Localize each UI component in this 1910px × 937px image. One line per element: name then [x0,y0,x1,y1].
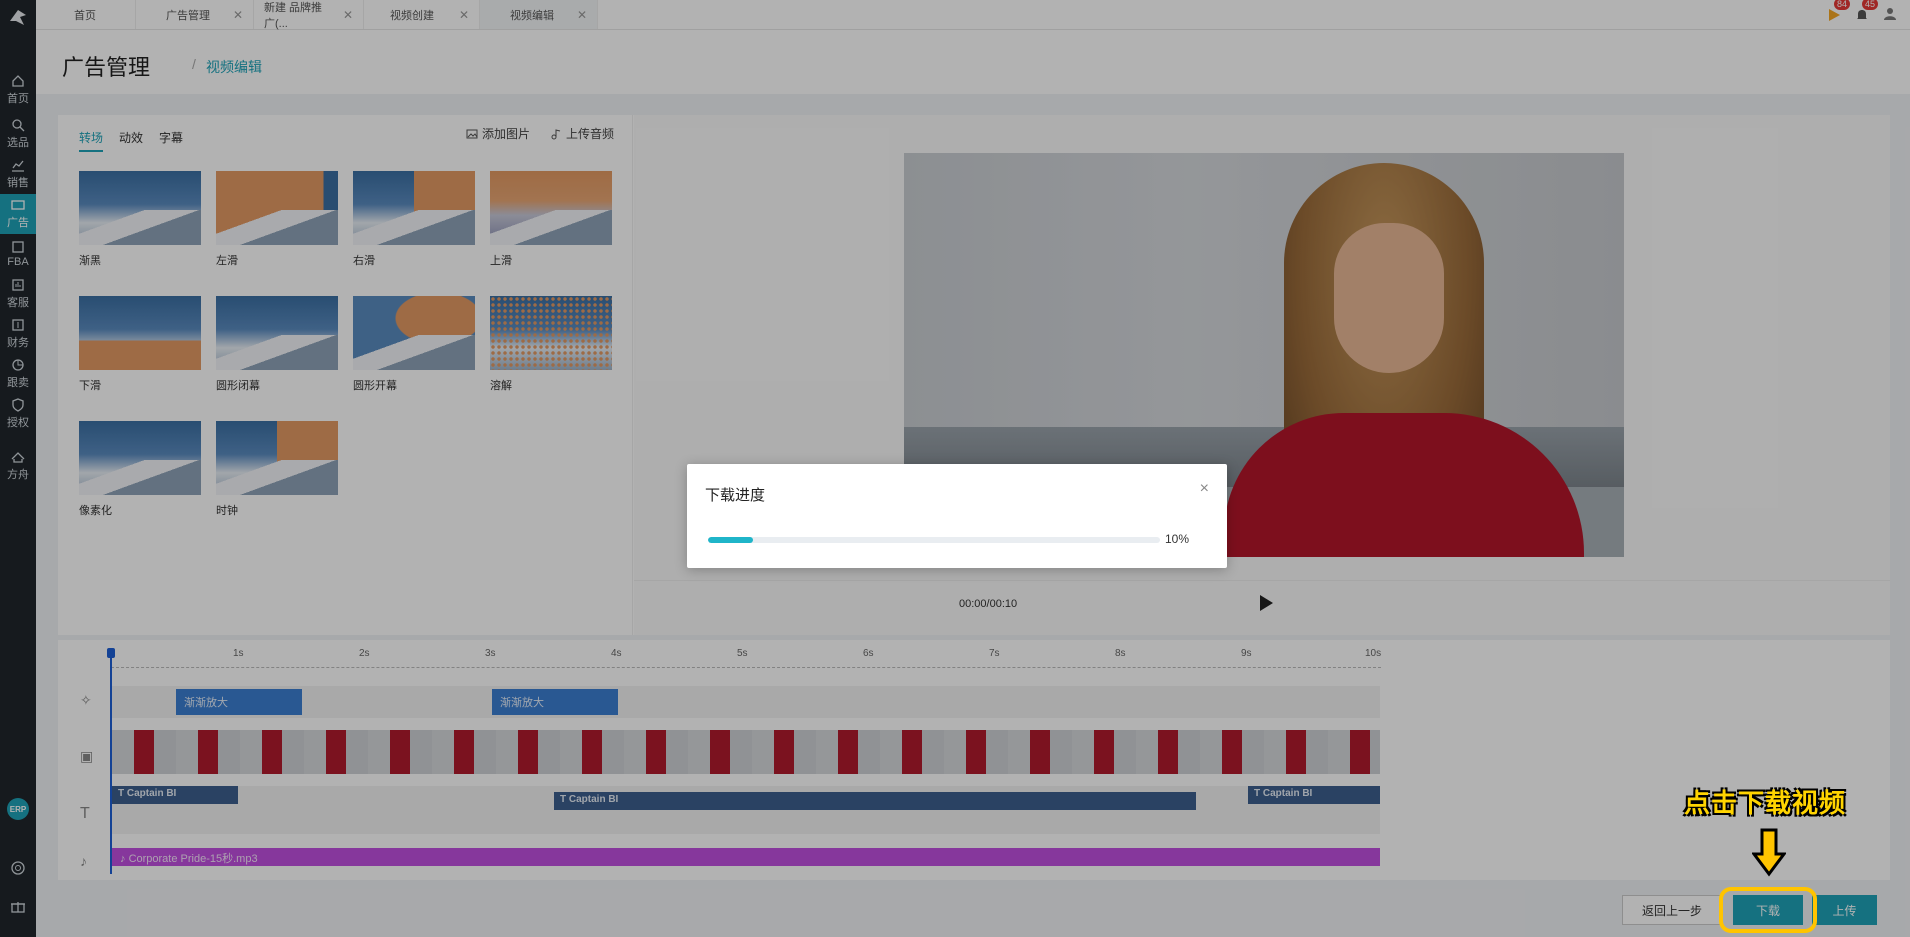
progress-text: 10% [1165,532,1190,546]
progress-bar [708,537,1160,543]
progress-fill [708,537,754,543]
download-progress-dialog: 下载进度 × 10% [687,464,1227,568]
close-icon[interactable]: × [1200,480,1209,498]
annotation-highlight [1719,887,1817,933]
annotation-text: 点击下载视频 [1684,788,1847,818]
arrow-down-icon [1752,828,1786,877]
dialog-title: 下载进度 [705,487,766,504]
